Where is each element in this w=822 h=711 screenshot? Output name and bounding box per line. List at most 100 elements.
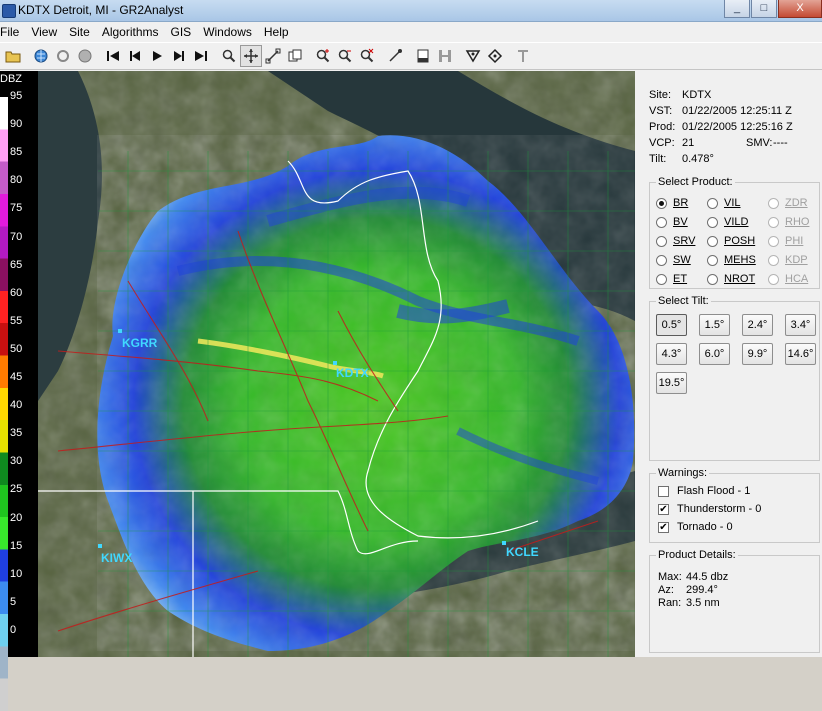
tilt-button[interactable]: 19.5° <box>656 372 687 394</box>
layers-icon[interactable] <box>74 45 96 67</box>
radio-circle-icon <box>707 197 718 209</box>
product-radio-br[interactable]: BR <box>656 197 688 209</box>
colorbar-label: 10 <box>10 567 23 580</box>
product-radio-sw[interactable]: SW <box>656 254 691 266</box>
colorbar-label: 20 <box>10 511 23 524</box>
info-vst: VST: 01/22/2005 12:25:11 Z <box>649 105 792 117</box>
product-radio-label: ET <box>673 273 688 285</box>
title-bar[interactable]: KDTX Detroit, MI - GR2Analyst _ □ X <box>0 0 822 22</box>
tilt-button[interactable]: 14.6° <box>785 343 816 365</box>
zoom-in-icon[interactable] <box>312 45 334 67</box>
menu-view[interactable]: View <box>25 22 63 42</box>
product-radio-posh[interactable]: POSH <box>707 235 755 247</box>
zoom-out-icon[interactable] <box>334 45 356 67</box>
tilt-button[interactable]: 0.5° <box>656 314 687 336</box>
text-tool-icon[interactable] <box>512 45 534 67</box>
warning-checkbox[interactable]: ✔ Thunderstorm - 0 <box>658 503 761 515</box>
info-site: Site: KDTX <box>649 89 712 101</box>
product-radio-kdp: KDP <box>768 254 808 266</box>
product-radio-label: POSH <box>724 235 756 247</box>
minimize-button[interactable]: _ <box>724 0 750 18</box>
station-label-kcle[interactable]: KCLE <box>506 545 539 559</box>
colorbar-label: 60 <box>10 286 23 299</box>
globe-icon[interactable] <box>30 45 52 67</box>
product-radio-srv[interactable]: SRV <box>656 235 695 247</box>
colorbar-label: 5 <box>10 595 17 608</box>
station-label-kgrr[interactable]: KGRR <box>122 336 157 350</box>
colorbar-label: 70 <box>10 230 23 243</box>
site-value: KDTX <box>682 89 712 101</box>
tilt-button[interactable]: 6.0° <box>699 343 730 365</box>
maximize-button[interactable]: □ <box>751 0 777 18</box>
pan-icon[interactable] <box>240 45 262 67</box>
tilt-button[interactable]: 4.3° <box>656 343 687 365</box>
colorbar-label: 25 <box>10 483 23 496</box>
step-forward-icon[interactable] <box>168 45 190 67</box>
station-label-kdtx[interactable]: KDTX <box>336 366 369 380</box>
tilt-button[interactable]: 3.4° <box>785 314 816 336</box>
menu-gis[interactable]: GIS <box>165 22 198 42</box>
product-radio-bv[interactable]: BV <box>656 216 688 228</box>
menu-windows[interactable]: Windows <box>197 22 258 42</box>
product-radio-vild[interactable]: VILD <box>707 216 748 228</box>
colorbar-label: 65 <box>10 258 23 271</box>
menu-algorithms[interactable]: Algorithms <box>96 22 165 42</box>
colorbar-gradient <box>0 97 8 711</box>
colorbar-label: 55 <box>10 314 23 327</box>
tilt-button[interactable]: 2.4° <box>742 314 773 336</box>
product-details-group: Product Details: Max: 44.5 dbz Az: 299.4… <box>649 549 820 653</box>
frame-icon[interactable] <box>412 45 434 67</box>
radio-circle-icon <box>707 216 718 228</box>
radio-circle-icon <box>768 254 779 266</box>
zoom-reset-icon[interactable] <box>356 45 378 67</box>
warning-label: Thunderstorm - 0 <box>677 503 762 515</box>
split-icon[interactable] <box>434 45 456 67</box>
diamond-icon[interactable] <box>484 45 506 67</box>
play-icon[interactable] <box>146 45 168 67</box>
colorbar-label: 75 <box>10 202 23 215</box>
close-button[interactable]: X <box>778 0 822 18</box>
app-window: KDTX Detroit, MI - GR2Analyst _ □ X File… <box>0 0 822 711</box>
radar-info: Site: KDTX VST: 01/22/2005 12:25:11 Z Pr… <box>649 89 819 169</box>
cross-section-icon[interactable] <box>384 45 406 67</box>
radio-circle-icon <box>656 273 667 285</box>
menu-file[interactable]: File <box>0 22 25 42</box>
info-prod: Prod: 01/22/2005 12:25:16 Z <box>649 121 793 133</box>
colorbar-label: 80 <box>10 174 23 187</box>
zoom-icon[interactable] <box>218 45 240 67</box>
warning-checkbox[interactable]: Flash Flood - 1 <box>658 485 750 497</box>
product-radio-mehs[interactable]: MEHS <box>707 254 756 266</box>
tilt-button[interactable]: 1.5° <box>699 314 730 336</box>
product-radio-zdr: ZDR <box>768 197 808 209</box>
product-radio-et[interactable]: ET <box>656 273 687 285</box>
product-radio-nrot[interactable]: NROT <box>707 273 755 285</box>
menu-site[interactable]: Site <box>63 22 96 42</box>
station-label-kiwx[interactable]: KIWX <box>101 551 132 565</box>
colorbar-label: 45 <box>10 371 23 383</box>
radio-circle-icon <box>656 216 667 228</box>
select-tilt-group: Select Tilt: 0.5° 1.5° 2.4° 3.4° 4.3° 6.0° 9.9… <box>649 295 820 461</box>
refresh-icon[interactable] <box>52 45 74 67</box>
product-radio-label: BR <box>673 197 689 209</box>
open-folder-icon[interactable] <box>2 45 24 67</box>
tilt-button[interactable]: 9.9° <box>742 343 773 365</box>
storm-filter-icon[interactable] <box>462 45 484 67</box>
radar-map[interactable]: KGRR KDTX KIWX KCLE <box>38 71 635 657</box>
smv-value: ---- <box>773 137 788 149</box>
vst-value: 01/22/2005 12:25:11 Z <box>682 105 792 117</box>
station-marker-kdtx <box>333 361 337 365</box>
app-icon <box>2 4 16 18</box>
measure-icon[interactable] <box>262 45 284 67</box>
select-product-group: Select Product: BR BV SRV SW ET VIL VILD POSH ME… <box>649 176 820 289</box>
colorbar-label: 30 <box>10 455 23 468</box>
warning-checkbox[interactable]: ✔ Tornado - 0 <box>658 521 733 533</box>
skip-first-icon[interactable] <box>102 45 124 67</box>
step-back-icon[interactable] <box>124 45 146 67</box>
colorbar-label: 90 <box>10 118 23 131</box>
copy-icon[interactable] <box>284 45 306 67</box>
radio-circle-icon <box>707 254 718 266</box>
radar-map-canvas[interactable] <box>38 71 635 657</box>
skip-last-icon[interactable] <box>190 45 212 67</box>
product-radio-vil[interactable]: VIL <box>707 197 741 209</box>
menu-help[interactable]: Help <box>258 22 295 42</box>
